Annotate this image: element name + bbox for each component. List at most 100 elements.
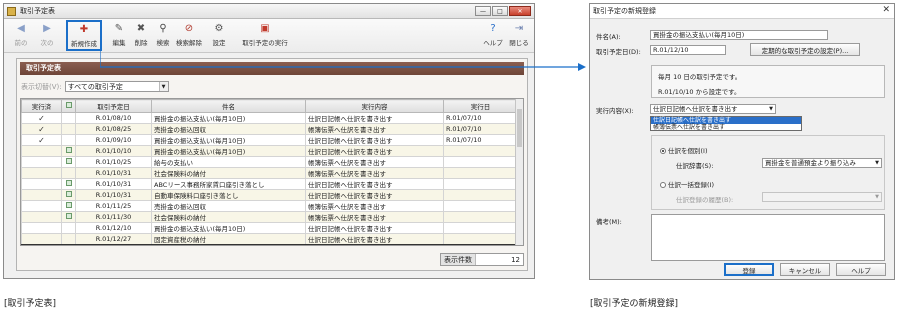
new-document-icon: ✚ (79, 24, 89, 35)
check-icon (65, 102, 72, 108)
done-cell (21, 222, 62, 234)
dialog-close-icon[interactable]: ✕ (882, 5, 890, 15)
table-row[interactable]: R.01/12/10 買掛金の振込支払い(毎月10日) 仕訳日記帳へ仕訳を書き出す (21, 222, 518, 234)
action-cell: 帳簿伝票へ仕訳を書き出す (305, 156, 444, 168)
periodic-settings-button[interactable]: 定期的な取引予定の設定(P)... (750, 43, 860, 56)
subject-label: 件名(A): (596, 33, 621, 41)
exec-date-cell: R.01/07/10 (443, 123, 518, 135)
mark-cell (61, 156, 76, 168)
batch-label: 仕訳登録の履歴(B): (676, 196, 734, 204)
minimize-button[interactable]: — (475, 6, 491, 16)
subject-cell: 買掛金の振込支払い(毎月10日) (151, 222, 306, 234)
radio-batch-label: 仕訳一括登録(I) (668, 181, 714, 189)
journal-select[interactable]: 買掛金を普通預金より振り込み ▼ (762, 158, 882, 168)
chevron-down-icon: ▼ (769, 106, 773, 112)
column-header-action[interactable]: 実行内容 (305, 99, 444, 113)
mark-cell (61, 167, 76, 179)
register-button[interactable]: 登録 (724, 263, 774, 276)
dialog-titlebar: 取引予定の新規登録 ✕ (590, 4, 894, 19)
schedule-panel: 取引予定表 表示切替(V): すべての取引予定 ▼ 実行済 取引予定日 件名 実… (16, 58, 528, 271)
table-row[interactable]: R.01/10/25 給与の支払い 帳簿伝票へ仕訳を書き出す (21, 156, 518, 168)
help-button[interactable]: ヘルプ (836, 263, 886, 276)
table-row[interactable]: ✓ R.01/08/25 売掛金の振込回収 帳簿伝票へ仕訳を書き出す R.01/07/1… (21, 123, 518, 135)
check-icon (65, 202, 72, 208)
dropdown-option[interactable]: 仕訳日記帳へ仕訳を書き出す (651, 117, 801, 124)
filter-label: 表示切替(V): (21, 82, 62, 91)
column-header-exec-date[interactable]: 実行日 (443, 99, 518, 113)
table-row[interactable]: R.01/11/25 売掛金の振込回収 帳簿伝票へ仕訳を書き出す (21, 200, 518, 212)
date-cell: R.01/12/10 (75, 222, 152, 234)
column-header-subject[interactable]: 件名 (151, 99, 306, 113)
info-line-1: 毎月 10 日の取引予定です。 (658, 73, 742, 81)
action-cell: 帳簿伝票へ仕訳を書き出す (305, 211, 444, 223)
window-close-button[interactable]: ✕ (509, 6, 531, 16)
left-caption: [取引予定表] (4, 299, 57, 309)
right-caption: [取引予定の新規登録] (590, 299, 679, 309)
column-header-mark[interactable] (61, 99, 76, 113)
done-cell: ✓ (21, 112, 62, 124)
date-cell: R.01/09/10 (75, 134, 152, 146)
subject-cell: 自動車保険料口座引き落とし (151, 189, 306, 201)
radio-batch[interactable]: 仕訳一括登録(I) (660, 179, 714, 189)
radio-single[interactable]: 仕訳を個別(I) (660, 145, 708, 155)
table-row[interactable]: ✓ R.01/09/10 買掛金の振込支払い(毎月10日) 仕訳日記帳へ仕訳を書き出す… (21, 134, 518, 146)
new-button[interactable]: ✚ 新規作成 (66, 20, 102, 51)
date-label: 取引予定日(D): (596, 48, 641, 56)
filter-value: すべての取引予定 (67, 82, 123, 91)
done-cell (21, 145, 62, 157)
settings-icon: ⚙ (214, 23, 224, 34)
memo-textarea[interactable] (651, 214, 885, 261)
table-row[interactable]: R.01/10/31 ABCリース事務所家賃口座引き落とし 仕訳日記帳へ仕訳を書き出… (21, 178, 518, 190)
table-row[interactable]: R.01/10/10 買掛金の振込支払い(毎月10日) 仕訳日記帳へ仕訳を書き出す (21, 145, 518, 157)
subject-input[interactable]: 買掛金の振込支払い(毎月10日) (650, 30, 828, 40)
action-cell: 仕訳日記帳へ仕訳を書き出す (305, 189, 444, 201)
mark-cell (61, 112, 76, 124)
filter-select[interactable]: すべての取引予定 ▼ (64, 81, 169, 92)
date-value: R.01/12/10 (653, 46, 689, 54)
scrollbar-thumb[interactable] (517, 109, 522, 147)
chevron-down-icon: ▼ (875, 160, 879, 166)
batch-select: ▼ (762, 192, 882, 202)
action-cell: 仕訳日記帳へ仕訳を書き出す (305, 178, 444, 190)
info-line-2: R.01/10/10 から設定です。 (658, 88, 741, 96)
action-cell: 帳簿伝票へ仕訳を書き出す (305, 167, 444, 179)
date-cell: R.01/12/27 (75, 233, 152, 245)
done-cell: ✓ (21, 123, 62, 135)
window-titlebar: 取引予定表 — □ ✕ (4, 4, 534, 19)
mark-cell (61, 145, 76, 157)
window-title: 取引予定表 (20, 7, 55, 15)
dialog-title: 取引予定の新規登録 (593, 7, 656, 15)
radio-selected-icon (660, 148, 666, 154)
action-cell: 仕訳日記帳へ仕訳を書き出す (305, 222, 444, 234)
dropdown-option[interactable]: 帳簿伝票へ仕訳を書き出す (651, 124, 801, 131)
edit-icon: ✎ (114, 23, 124, 34)
mark-cell (61, 178, 76, 190)
exec-date-cell (443, 178, 518, 190)
table-row[interactable]: R.01/12/27 固定資産税の納付 仕訳日記帳へ仕訳を書き出す (21, 233, 518, 245)
column-header-date[interactable]: 取引予定日 (75, 99, 152, 113)
action-select[interactable]: 仕訳日記帳へ仕訳を書き出す ▼ (650, 104, 776, 114)
count-value: 12 (511, 255, 520, 264)
date-input[interactable]: R.01/12/10 (650, 45, 726, 55)
column-header-done[interactable]: 実行済 (21, 99, 62, 113)
table-row[interactable]: ✓ R.01/08/10 買掛金の振込支払い(毎月10日) 仕訳日記帳へ仕訳を書き出す… (21, 112, 518, 124)
done-cell (21, 211, 62, 223)
exec-date-cell (443, 222, 518, 234)
journal-label: 仕訳辞書(S): (676, 162, 714, 170)
cancel-button[interactable]: キャンセル (780, 263, 830, 276)
table-row[interactable]: R.01/10/31 自動車保険料口座引き落とし 仕訳日記帳へ仕訳を書き出す (21, 189, 518, 201)
mark-cell (61, 200, 76, 212)
table-row[interactable]: R.01/10/31 社会保険料の納付 帳簿伝票へ仕訳を書き出す (21, 167, 518, 179)
check-icon (65, 158, 72, 164)
maximize-button[interactable]: □ (492, 6, 508, 16)
exec-date-cell (443, 189, 518, 201)
table-row[interactable]: R.01/11/30 社会保険料の納付 帳簿伝票へ仕訳を書き出す (21, 211, 518, 223)
exec-date-cell (443, 145, 518, 157)
vertical-scrollbar[interactable] (515, 99, 523, 245)
schedule-table: 実行済 取引予定日 件名 実行内容 実行日 ✓ R.01/08/10 買掛金の振込支… (20, 98, 524, 246)
forward-button[interactable]: ▶ 次の (32, 22, 62, 47)
delete-icon: ✖ (136, 23, 146, 34)
execute-icon: ▣ (260, 23, 270, 34)
schedule-info-box: 毎月 10 日の取引予定です。 R.01/10/10 から設定です。 (651, 65, 885, 98)
subject-cell: 給与の支払い (151, 156, 306, 168)
